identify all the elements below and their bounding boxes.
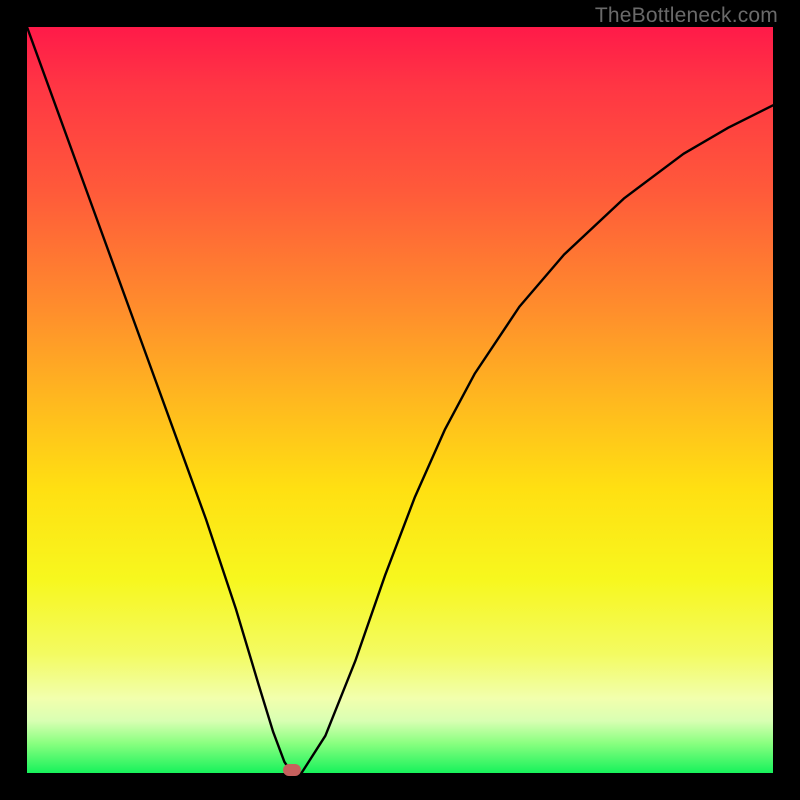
bottleneck-curve-path bbox=[27, 27, 773, 773]
watermark-text: TheBottleneck.com bbox=[595, 4, 778, 28]
optimal-point-marker bbox=[283, 764, 301, 776]
chart-curve-svg bbox=[27, 27, 773, 773]
chart-frame bbox=[27, 27, 773, 773]
